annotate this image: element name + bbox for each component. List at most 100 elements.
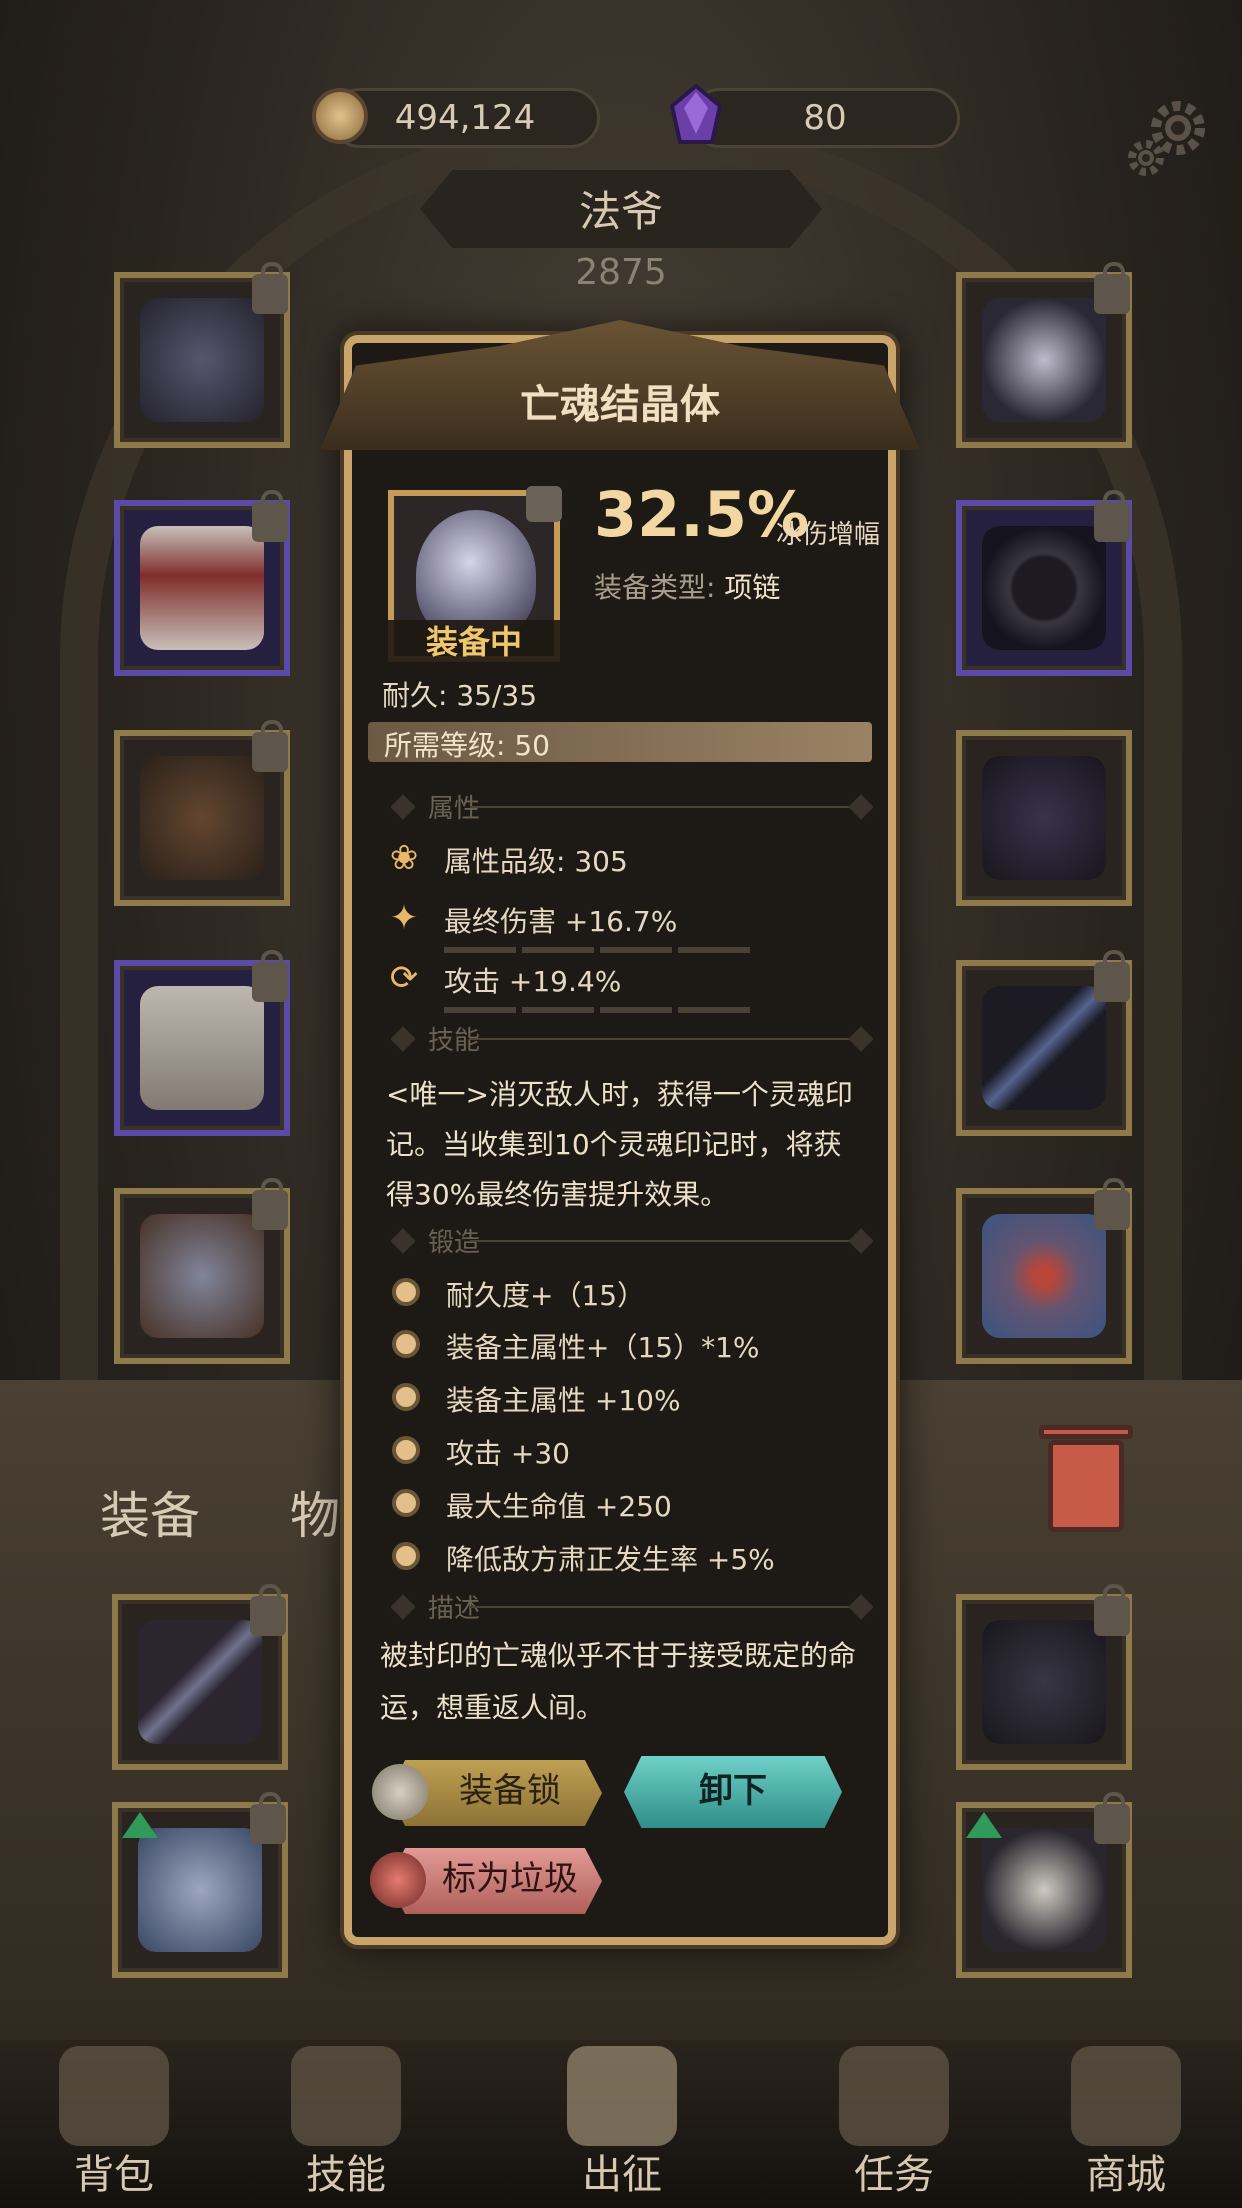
equip-slot-weapon-offhand[interactable]: [114, 262, 290, 448]
section-skill: 技能: [380, 1024, 874, 1056]
bag-slot[interactable]: [112, 1792, 288, 1978]
unequip-button[interactable]: 卸下: [624, 1756, 842, 1828]
equip-slot-legs[interactable]: [114, 950, 290, 1136]
cycle-icon: ⟳: [389, 958, 419, 998]
lock-icon: [252, 720, 288, 772]
equip-slot-bracelet[interactable]: [956, 730, 1132, 906]
equip-type-row: 装备类型: 项链: [594, 566, 780, 606]
equip-slot-weapon[interactable]: [956, 950, 1132, 1136]
attribute-progress: [444, 938, 756, 953]
nav-skills[interactable]: 技能: [246, 2040, 446, 2208]
item-art: [982, 1828, 1106, 1952]
mark-trash-label: 标为垃圾: [442, 1859, 578, 1899]
item-art: [140, 526, 264, 650]
lock-icon: [1094, 262, 1130, 314]
equip-slot-necklace[interactable]: [956, 262, 1132, 448]
item-art: [140, 1214, 264, 1338]
item-art: [982, 1214, 1106, 1338]
item-description: 被封印的亡魂似乎不甘于接受既定的命运，想重返人间。: [380, 1639, 857, 1724]
nav-label: 技能: [306, 2152, 386, 2198]
trash-tag-icon: [370, 1852, 426, 1908]
lock-icon: [250, 1792, 286, 1844]
gear-icon[interactable]: [1122, 92, 1214, 184]
required-level: 所需等级: 50: [384, 729, 550, 762]
character-name: 法爷: [578, 187, 663, 236]
forge-bullet: [392, 1436, 420, 1464]
item-art: [982, 1620, 1106, 1744]
section-forge: 锻造: [380, 1226, 874, 1258]
item-art: [140, 986, 264, 1110]
forge-bullet: [392, 1383, 420, 1411]
equipped-label: 装备中: [388, 620, 560, 664]
equip-slot-chest[interactable]: [114, 490, 290, 676]
coin-icon: [312, 88, 368, 144]
scroll-icon: [839, 2046, 949, 2146]
lock-icon: [1094, 1792, 1130, 1844]
bottom-nav: 背包 技能 出征 任务 商城: [0, 2040, 1242, 2208]
main-stat-name: 冰伤增幅: [776, 520, 881, 550]
trash-icon[interactable]: [1039, 1425, 1133, 1532]
nav-shop[interactable]: 商城: [1026, 2040, 1226, 2208]
forge-bullet: [392, 1330, 420, 1358]
lock-icon: [1094, 490, 1130, 542]
lock-icon: [1094, 1178, 1130, 1230]
character-power: 2875: [575, 252, 667, 293]
equip-type-label: 装备类型:: [594, 571, 716, 604]
nav-quests[interactable]: 任务: [794, 2040, 994, 2208]
forge-line: 装备主属性 +10%: [446, 1384, 681, 1417]
section-attributes: 属性: [380, 792, 874, 824]
attribute-attack: 攻击 +19.4%: [444, 965, 622, 998]
lock-icon: [526, 486, 562, 522]
item-art: [140, 756, 264, 880]
item-art: [140, 298, 264, 422]
skill-book-icon: [291, 2046, 401, 2146]
bag-slot[interactable]: [956, 1584, 1132, 1770]
item-art: [982, 986, 1106, 1110]
lock-icon: [252, 262, 288, 314]
item-art: [982, 756, 1106, 880]
lock-icon: [252, 950, 288, 1002]
equip-lock-label: 装备锁: [459, 1771, 561, 1811]
attribute-final-damage: 最终伤害 +16.7%: [444, 905, 678, 938]
nav-expedition[interactable]: 出征: [522, 2040, 722, 2208]
coin-amount: 494,124: [394, 98, 536, 138]
item-art: [982, 298, 1106, 422]
item-art: [138, 1620, 262, 1744]
forge-bullet: [392, 1542, 420, 1570]
nav-label: 出征: [582, 2152, 662, 2198]
padlock-icon: [372, 1764, 428, 1820]
attr-grade: 属性品级: 305: [444, 845, 628, 878]
bag-slot[interactable]: [112, 1584, 288, 1770]
nav-label: 商城: [1086, 2152, 1166, 2198]
equip-type-value: 项链: [724, 571, 781, 604]
grade-icon: ❀: [389, 838, 419, 878]
durability: 耐久: 35/35: [382, 679, 538, 712]
coin-counter: 494,124: [330, 88, 600, 148]
bag-slot[interactable]: [956, 1792, 1132, 1978]
equip-slot-tome[interactable]: [956, 1178, 1132, 1364]
item-title: 亡魂结晶体: [520, 382, 720, 428]
forge-line: 降低敌方肃正发生率 +5%: [446, 1543, 775, 1576]
equip-slot-ring[interactable]: [956, 490, 1132, 676]
lock-icon: [252, 1178, 288, 1230]
sparkle-icon: ✦: [389, 898, 419, 938]
forge-bullet: [392, 1278, 420, 1306]
shop-crown-icon: [1071, 2046, 1181, 2146]
nav-label: 背包: [74, 2152, 154, 2198]
tab-equipment[interactable]: 装备: [100, 1476, 200, 1548]
forge-line: 装备主属性+（15）*1%: [446, 1331, 760, 1364]
forge-line: 最大生命值 +250: [446, 1490, 672, 1523]
backpack-icon: [59, 2046, 169, 2146]
gem-icon: [669, 84, 723, 144]
unequip-label: 卸下: [699, 1771, 767, 1811]
upgrade-arrow-icon: [966, 1812, 1002, 1838]
equip-slot-gloves[interactable]: [114, 720, 290, 906]
skill-description: <唯一>消灭敌人时，获得一个灵魂印记。当收集到10个灵魂印记时，将获得30%最终…: [386, 1078, 853, 1211]
top-bar: 494,124 80: [0, 0, 1242, 176]
nav-backpack[interactable]: 背包: [14, 2040, 214, 2208]
item-art: [138, 1828, 262, 1952]
expedition-book-icon: [567, 2046, 677, 2146]
lock-icon: [1094, 1584, 1130, 1636]
equip-slot-boots[interactable]: [114, 1178, 290, 1364]
item-art: [982, 526, 1106, 650]
